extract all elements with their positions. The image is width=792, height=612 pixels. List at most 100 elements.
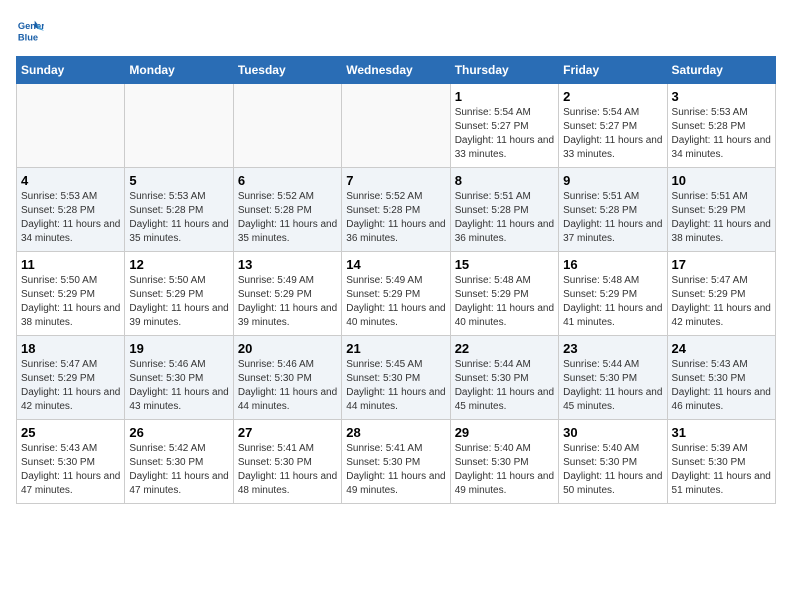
header-monday: Monday [125, 57, 233, 84]
day-number: 11 [21, 257, 120, 272]
day-cell: 2Sunrise: 5:54 AMSunset: 5:27 PMDaylight… [559, 84, 667, 168]
day-cell [342, 84, 450, 168]
day-number: 29 [455, 425, 554, 440]
day-cell: 5 Sunrise: 5:53 AMSunset: 5:28 PMDaylight… [125, 168, 233, 252]
day-number: 28 [346, 425, 445, 440]
day-info: Sunrise: 5:40 AMSunset: 5:30 PMDaylight:… [563, 442, 662, 498]
day-info: Sunrise: 5:42 AMSunset: 5:30 PMDaylight:… [129, 442, 228, 498]
day-info: Sunrise: 5:43 AMSunset: 5:30 PMDaylight:… [672, 358, 771, 414]
day-info: Sunrise: 5:51 AMSunset: 5:28 PMDaylight:… [563, 190, 662, 246]
day-number: 15 [455, 257, 554, 272]
day-number: 23 [563, 341, 662, 356]
day-info: Sunrise: 5:53 AMSunset: 5:28 PMDaylight:… [21, 190, 120, 246]
day-cell: 31 Sunrise: 5:39 AMSunset: 5:30 PMDayligh… [667, 420, 775, 504]
day-number: 25 [21, 425, 120, 440]
day-info: Sunrise: 5:41 AMSunset: 5:30 PMDaylight:… [238, 442, 337, 498]
week-row-1: 4 Sunrise: 5:53 AMSunset: 5:28 PMDaylight… [17, 168, 776, 252]
day-number: 12 [129, 257, 228, 272]
day-number: 16 [563, 257, 662, 272]
day-cell: 7 Sunrise: 5:52 AMSunset: 5:28 PMDaylight… [342, 168, 450, 252]
day-info: Sunrise: 5:43 AMSunset: 5:30 PMDaylight:… [21, 442, 120, 498]
day-cell: 15Sunrise: 5:48 AMSunset: 5:29 PMDayligh… [450, 252, 558, 336]
day-info: Sunrise: 5:46 AMSunset: 5:30 PMDaylight:… [238, 358, 337, 414]
day-cell: 21 Sunrise: 5:45 AMSunset: 5:30 PMDayligh… [342, 336, 450, 420]
day-info: Sunrise: 5:53 AMSunset: 5:28 PMDaylight:… [672, 106, 771, 162]
day-info: Sunrise: 5:49 AMSunset: 5:29 PMDaylight:… [238, 274, 337, 330]
day-cell: 16 Sunrise: 5:48 AMSunset: 5:29 PMDayligh… [559, 252, 667, 336]
day-number: 17 [672, 257, 771, 272]
day-number: 4 [21, 173, 120, 188]
header-saturday: Saturday [667, 57, 775, 84]
day-cell: 12 Sunrise: 5:50 AMSunset: 5:29 PMDayligh… [125, 252, 233, 336]
day-info: Sunrise: 5:44 AMSunset: 5:30 PMDaylight:… [563, 358, 662, 414]
day-number: 8 [455, 173, 554, 188]
week-row-3: 18Sunrise: 5:47 AMSunset: 5:29 PMDayligh… [17, 336, 776, 420]
day-cell: 8 Sunrise: 5:51 AMSunset: 5:28 PMDaylight… [450, 168, 558, 252]
day-info: Sunrise: 5:52 AMSunset: 5:28 PMDaylight:… [346, 190, 445, 246]
day-number: 24 [672, 341, 771, 356]
day-info: Sunrise: 5:46 AMSunset: 5:30 PMDaylight:… [129, 358, 228, 414]
header-tuesday: Tuesday [233, 57, 341, 84]
day-cell: 6 Sunrise: 5:52 AMSunset: 5:28 PMDaylight… [233, 168, 341, 252]
day-info: Sunrise: 5:45 AMSunset: 5:30 PMDaylight:… [346, 358, 445, 414]
day-cell: 3 Sunrise: 5:53 AMSunset: 5:28 PMDaylight… [667, 84, 775, 168]
day-number: 5 [129, 173, 228, 188]
week-row-2: 11 Sunrise: 5:50 AMSunset: 5:29 PMDayligh… [17, 252, 776, 336]
day-info: Sunrise: 5:50 AMSunset: 5:29 PMDaylight:… [129, 274, 228, 330]
logo-icon: General Blue [16, 16, 44, 44]
day-info: Sunrise: 5:39 AMSunset: 5:30 PMDaylight:… [672, 442, 771, 498]
day-number: 30 [563, 425, 662, 440]
week-row-4: 25 Sunrise: 5:43 AMSunset: 5:30 PMDayligh… [17, 420, 776, 504]
day-number: 3 [672, 89, 771, 104]
day-cell [17, 84, 125, 168]
day-info: Sunrise: 5:54 AMSunset: 5:27 PMDaylight:… [563, 106, 662, 162]
day-cell: 14 Sunrise: 5:49 AMSunset: 5:29 PMDayligh… [342, 252, 450, 336]
day-info: Sunrise: 5:52 AMSunset: 5:28 PMDaylight:… [238, 190, 337, 246]
day-number: 20 [238, 341, 337, 356]
day-cell: 26 Sunrise: 5:42 AMSunset: 5:30 PMDayligh… [125, 420, 233, 504]
day-number: 22 [455, 341, 554, 356]
day-cell: 24 Sunrise: 5:43 AMSunset: 5:30 PMDayligh… [667, 336, 775, 420]
day-number: 14 [346, 257, 445, 272]
calendar-table: SundayMondayTuesdayWednesdayThursdayFrid… [16, 56, 776, 504]
day-cell [125, 84, 233, 168]
day-number: 13 [238, 257, 337, 272]
header-sunday: Sunday [17, 57, 125, 84]
day-info: Sunrise: 5:51 AMSunset: 5:29 PMDaylight:… [672, 190, 771, 246]
day-info: Sunrise: 5:48 AMSunset: 5:29 PMDaylight:… [563, 274, 662, 330]
day-cell: 25 Sunrise: 5:43 AMSunset: 5:30 PMDayligh… [17, 420, 125, 504]
page-header: General Blue [16, 16, 776, 44]
day-number: 7 [346, 173, 445, 188]
day-info: Sunrise: 5:51 AMSunset: 5:28 PMDaylight:… [455, 190, 554, 246]
day-cell: 28Sunrise: 5:41 AMSunset: 5:30 PMDayligh… [342, 420, 450, 504]
logo: General Blue [16, 16, 48, 44]
day-cell: 10 Sunrise: 5:51 AMSunset: 5:29 PMDayligh… [667, 168, 775, 252]
day-cell: 4 Sunrise: 5:53 AMSunset: 5:28 PMDaylight… [17, 168, 125, 252]
day-info: Sunrise: 5:53 AMSunset: 5:28 PMDaylight:… [129, 190, 228, 246]
header-wednesday: Wednesday [342, 57, 450, 84]
day-number: 6 [238, 173, 337, 188]
day-info: Sunrise: 5:49 AMSunset: 5:29 PMDaylight:… [346, 274, 445, 330]
header-friday: Friday [559, 57, 667, 84]
day-cell: 9Sunrise: 5:51 AMSunset: 5:28 PMDaylight… [559, 168, 667, 252]
day-info: Sunrise: 5:54 AMSunset: 5:27 PMDaylight:… [455, 106, 554, 162]
day-number: 27 [238, 425, 337, 440]
day-number: 10 [672, 173, 771, 188]
day-cell: 27 Sunrise: 5:41 AMSunset: 5:30 PMDayligh… [233, 420, 341, 504]
day-info: Sunrise: 5:47 AMSunset: 5:29 PMDaylight:… [672, 274, 771, 330]
day-number: 1 [455, 89, 554, 104]
day-number: 26 [129, 425, 228, 440]
day-cell [233, 84, 341, 168]
day-cell: 30 Sunrise: 5:40 AMSunset: 5:30 PMDayligh… [559, 420, 667, 504]
day-cell: 22Sunrise: 5:44 AMSunset: 5:30 PMDayligh… [450, 336, 558, 420]
day-cell: 1 Sunrise: 5:54 AMSunset: 5:27 PMDaylight… [450, 84, 558, 168]
svg-text:Blue: Blue [18, 32, 38, 42]
day-info: Sunrise: 5:40 AMSunset: 5:30 PMDaylight:… [455, 442, 554, 498]
day-cell: 20 Sunrise: 5:46 AMSunset: 5:30 PMDayligh… [233, 336, 341, 420]
day-number: 21 [346, 341, 445, 356]
day-number: 31 [672, 425, 771, 440]
day-cell: 23 Sunrise: 5:44 AMSunset: 5:30 PMDayligh… [559, 336, 667, 420]
day-cell: 19Sunrise: 5:46 AMSunset: 5:30 PMDayligh… [125, 336, 233, 420]
day-cell: 29 Sunrise: 5:40 AMSunset: 5:30 PMDayligh… [450, 420, 558, 504]
day-cell: 18Sunrise: 5:47 AMSunset: 5:29 PMDayligh… [17, 336, 125, 420]
